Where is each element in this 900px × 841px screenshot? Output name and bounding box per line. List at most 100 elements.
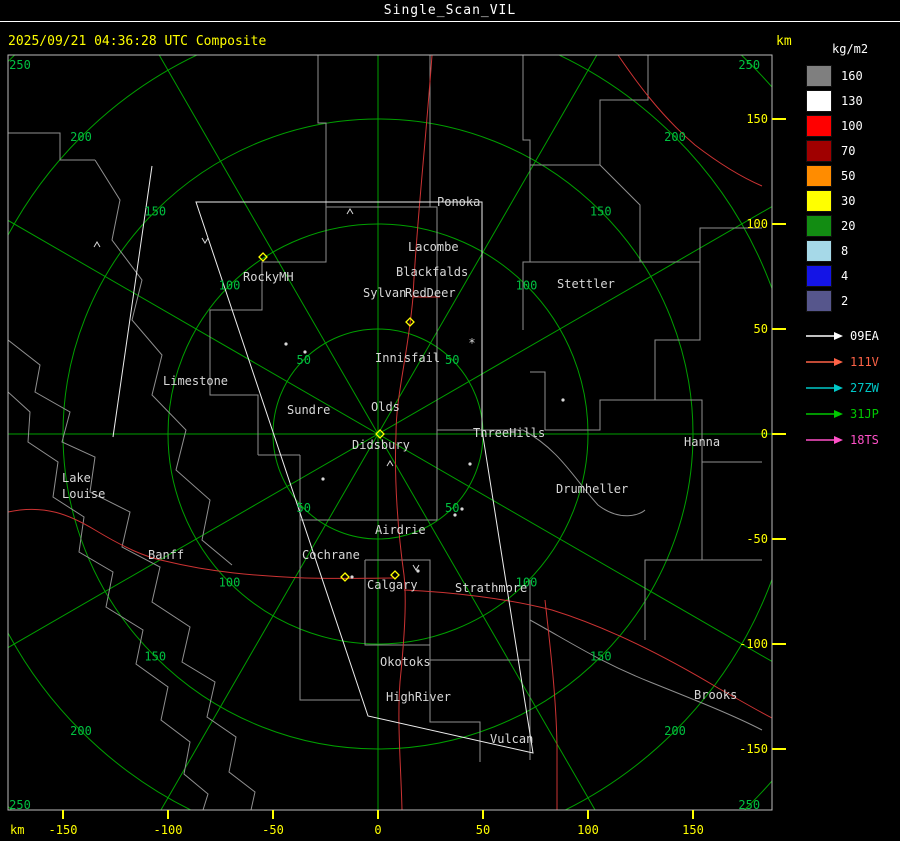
range-ring-label: 200 <box>664 130 686 144</box>
station-arrow-icon <box>806 384 843 392</box>
range-ring-label: 250 <box>738 58 760 72</box>
bottom-axis-label: -50 <box>262 823 284 837</box>
bottom-axis-label: -150 <box>49 823 78 837</box>
city-label: Ponoka <box>437 195 480 209</box>
range-ring-label: 100 <box>516 279 538 293</box>
legend-value: 8 <box>841 243 849 258</box>
city-label: Vulcan <box>490 732 533 746</box>
legend-swatch <box>806 264 832 287</box>
right-axis-label: 150 <box>746 112 768 126</box>
range-ring-label: 50 <box>445 353 459 367</box>
legend-swatch <box>806 289 832 312</box>
county-boundary <box>655 399 762 463</box>
range-ring-label: 100 <box>219 279 241 293</box>
county-boundary <box>530 55 649 166</box>
town-dot-icon <box>561 398 565 402</box>
legend-unit-label: kg/m2 <box>832 42 869 56</box>
city-label: Limestone <box>163 374 228 388</box>
caret-marker-icon <box>386 460 394 467</box>
legend-swatch <box>806 114 832 137</box>
legend-value: 20 <box>841 218 856 233</box>
scan-sector-boundary <box>195 201 534 754</box>
right-axis-label: 50 <box>754 322 768 336</box>
station-arrow-icon <box>806 358 843 366</box>
legend-color-scale: 160 130 100 70 50 30 20 8 4 2 <box>806 63 898 313</box>
city-label: Cochrane <box>302 548 360 562</box>
bottom-axis-label: 150 <box>682 823 704 837</box>
county-boundary <box>8 391 209 810</box>
station-arrow-icon <box>806 332 843 340</box>
town-dot-icon <box>416 569 420 573</box>
highway-line <box>617 55 763 187</box>
range-ring-label: 200 <box>70 130 92 144</box>
legend-entry: 8 <box>806 238 898 263</box>
town-dot-icon <box>460 507 464 511</box>
town-dot-icon <box>350 575 354 579</box>
county-boundary <box>644 462 703 640</box>
right-axis-label: -50 <box>746 532 768 546</box>
legend-entry: 160 <box>806 63 898 88</box>
legend-entry: 100 <box>806 113 898 138</box>
vee-marker-icon <box>201 237 209 244</box>
right-axis-label: 0 <box>761 427 768 441</box>
city-label: Drumheller <box>556 482 628 496</box>
radar-map-display[interactable]: 5050505010010010010015015015015020020020… <box>0 0 900 841</box>
city-label: Calgary <box>367 578 418 592</box>
bottom-axis-label: 50 <box>476 823 490 837</box>
city-label: Lake <box>62 471 91 485</box>
city-label: HighRiver <box>386 690 451 704</box>
legend-value: 70 <box>841 143 856 158</box>
city-label: Strathmore <box>455 581 527 595</box>
town-dot-icon <box>321 477 325 481</box>
legend-station-list: 09EA 111V 27ZW 31JP 18TS <box>806 323 898 453</box>
town-dot-icon <box>303 350 307 354</box>
legend-swatch <box>806 89 832 112</box>
star-marker-icon: * <box>468 336 475 350</box>
legend-entry: 130 <box>806 88 898 113</box>
city-label: Sylvan <box>363 286 406 300</box>
city-label: Louise <box>62 487 105 501</box>
vee-marker-icon <box>412 564 420 571</box>
city-label: ThreeHills <box>473 426 545 440</box>
radar-site-diamond-icon <box>340 572 350 582</box>
county-boundary <box>640 227 762 263</box>
legend-value: 130 <box>841 93 863 108</box>
legend-panel: kg/m2 160 130 100 70 50 30 20 8 4 2 09EA 111V 27ZW 3… <box>806 42 898 453</box>
city-label: RockyMH <box>243 270 294 284</box>
legend-swatch <box>806 214 832 237</box>
county-boundary <box>530 164 641 263</box>
city-label: RedDeer <box>405 286 456 300</box>
range-ring-label: 200 <box>70 724 92 738</box>
county-boundary <box>530 262 701 431</box>
range-ring-label: 200 <box>664 724 686 738</box>
bottom-axis-unit: km <box>10 823 24 837</box>
legend-entry: 70 <box>806 138 898 163</box>
city-label: Banff <box>148 548 184 562</box>
city-label: Sundre <box>287 403 330 417</box>
bottom-axis-label: -100 <box>154 823 183 837</box>
station-id: 31JP <box>850 407 879 421</box>
legend-swatch <box>806 139 832 162</box>
station-row: 18TS <box>806 427 898 453</box>
station-id: 09EA <box>850 329 879 343</box>
range-ring-label: 50 <box>297 353 311 367</box>
city-label: Airdrie <box>375 523 426 537</box>
map-layers: 50 50 50 50 100 100 100 100 150 150 150 150 200 200 20… <box>8 55 772 810</box>
city-label: Innisfail <box>375 351 440 365</box>
city-label: Blackfalds <box>396 265 468 279</box>
legend-value: 160 <box>841 68 863 83</box>
legend-entry: 4 <box>806 263 898 288</box>
legend-entry: 2 <box>806 288 898 313</box>
range-ring-label: 150 <box>144 204 166 218</box>
station-arrow-icon <box>806 436 843 444</box>
range-ring-label: 100 <box>219 575 241 589</box>
right-axis-label: -100 <box>739 637 768 651</box>
legend-swatch <box>806 64 832 87</box>
city-label: Didsbury <box>352 438 410 452</box>
city-label: Hanna <box>684 435 720 449</box>
station-id: 111V <box>850 355 879 369</box>
town-dot-icon <box>453 513 457 517</box>
bottom-axis-label: 100 <box>577 823 599 837</box>
town-dot-icon <box>284 342 288 346</box>
county-boundary <box>529 619 763 731</box>
